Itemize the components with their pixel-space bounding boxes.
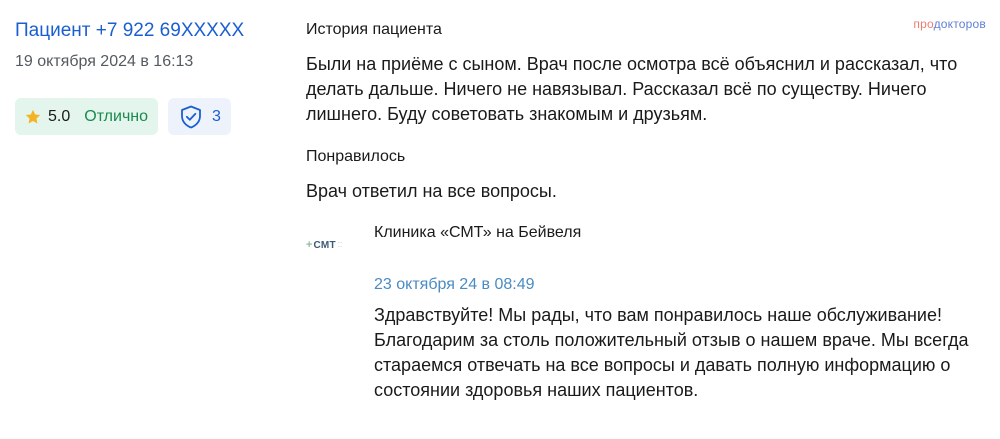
history-title: История пациента: [306, 21, 442, 38]
rating-value: 5.0: [48, 107, 71, 125]
liked-title: Понравилось: [306, 148, 406, 165]
author-link[interactable]: Пациент +7 922 69XXXXX: [15, 18, 295, 44]
review-body: История пациента Были на приёме с сыном.…: [306, 20, 986, 201]
liked-text: Врач ответил на все вопросы.: [306, 181, 557, 201]
reply-date: 23 октября 24 в 08:49: [374, 276, 535, 293]
review-meta: Пациент +7 922 69XXXXX 19 октября 2024 в…: [15, 18, 295, 135]
clinic-logo-text: СМТ: [313, 239, 336, 251]
clinic-name: Клиника «СМТ» на Бейвеля: [374, 224, 582, 241]
plus-icon: +: [306, 239, 313, 251]
history-text: Были на приёме с сыном. Врач после осмот…: [306, 54, 958, 124]
rating-badge: 5.0 Отлично: [15, 98, 159, 135]
review-date: 19 октября 2024 в 16:13: [15, 53, 194, 70]
verification-count: 3: [212, 107, 221, 125]
review-badges: 5.0 Отлично 3: [15, 98, 231, 135]
clinic-logo: + СМТ ⋯ ⋯: [306, 238, 358, 252]
rating-label: Отлично: [84, 107, 149, 125]
reply-text: Здравствуйте! Мы рады, что вам понравило…: [374, 305, 969, 400]
clinic-logo-tagline: ⋯ ⋯: [337, 240, 342, 249]
shield-check-icon: [180, 105, 202, 129]
star-icon: [24, 108, 42, 126]
verification-badge[interactable]: 3: [168, 98, 231, 135]
